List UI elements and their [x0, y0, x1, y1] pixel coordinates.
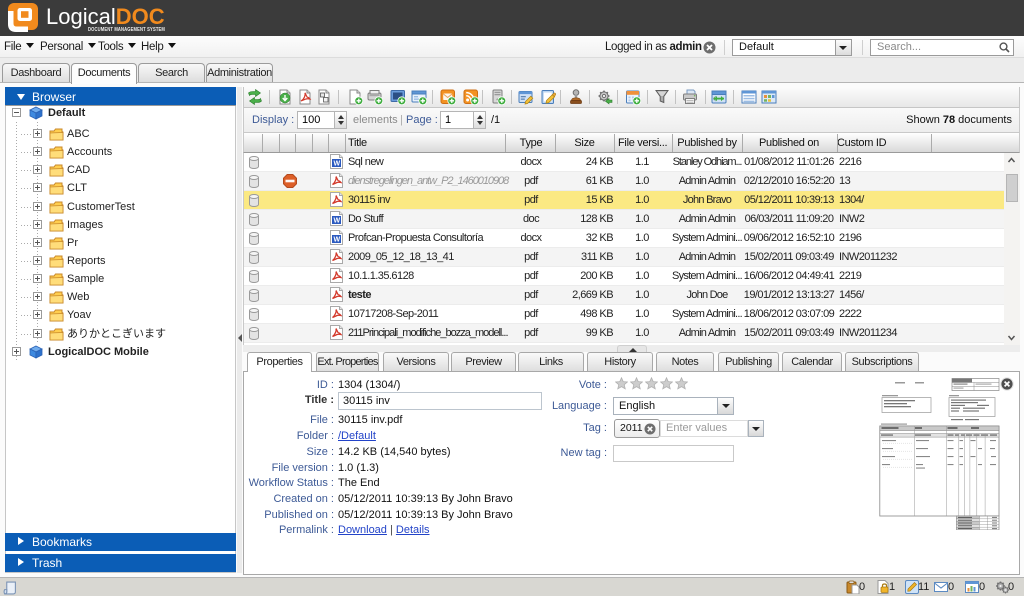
svg-text:W: W: [333, 161, 340, 168]
svg-text:W: W: [333, 218, 340, 225]
svg-text:W: W: [333, 237, 340, 244]
